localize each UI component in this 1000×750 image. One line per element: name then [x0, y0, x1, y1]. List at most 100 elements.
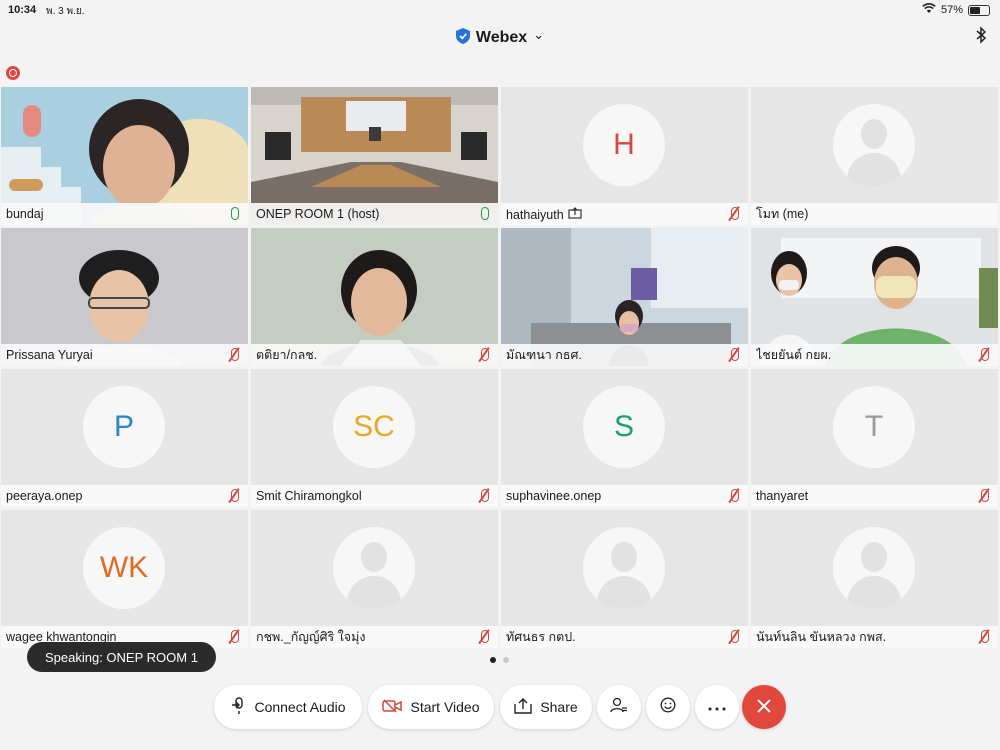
participant-name: โมท (me): [756, 207, 809, 221]
mic-muted-icon: [978, 489, 990, 503]
mic-on-icon: [478, 207, 490, 221]
mic-muted-icon: [228, 348, 240, 362]
participant-name: thanyaret: [756, 489, 809, 503]
mic-muted-icon: [728, 348, 740, 362]
participant-tile[interactable]: Hhathaiyuth: [501, 87, 748, 225]
participant-tile[interactable]: SC Smit Chiramongkol: [251, 369, 498, 507]
avatar-placeholder-icon: [833, 104, 915, 186]
participant-name: Prissana Yuryai: [6, 348, 93, 362]
participant-tile[interactable]: กชพ._กัญญ์ศิริ ใจมุ่ง: [251, 510, 498, 648]
connect-audio-button[interactable]: Connect Audio: [214, 685, 362, 729]
participant-name: peeraya.onep: [6, 489, 83, 503]
mic-on-icon: [228, 207, 240, 221]
participant-name-bar: ไชยยันต์ กยผ.: [751, 344, 998, 366]
page-dot-active: [490, 657, 496, 663]
share-icon: [514, 697, 533, 717]
mic-muted-icon: [478, 348, 490, 362]
mic-muted-icon: [228, 489, 240, 503]
participant-tile[interactable]: มัณฑนา กธศ.: [501, 228, 748, 366]
avatar-placeholder-icon: [583, 527, 665, 609]
sharing-icon: [568, 206, 582, 222]
status-date: พ. 3 พ.ย.: [46, 6, 85, 17]
participant-name-bar: ONEP ROOM 1 (host): [251, 203, 498, 225]
participant-tile[interactable]: Ppeeraya.onep: [1, 369, 248, 507]
avatar-initials: WK: [83, 527, 165, 609]
participant-grid: bundaj ONEP ROOM 1 (host) Hhathaiyuth โมท (…: [1, 87, 999, 648]
chevron-down-icon: ⌄: [533, 27, 545, 42]
participant-name-bar: มัณฑนา กธศ.: [501, 344, 748, 366]
battery-icon: [968, 4, 990, 16]
avatar-placeholder-icon: [333, 527, 415, 609]
participants-button[interactable]: [597, 685, 641, 729]
mic-muted-icon: [728, 489, 740, 503]
audio-connect-icon: [230, 696, 246, 718]
participant-name: ONEP ROOM 1 (host): [256, 207, 380, 221]
participant-tile[interactable]: bundaj: [1, 87, 248, 225]
participants-icon: [610, 697, 628, 718]
participant-tile[interactable]: ONEP ROOM 1 (host): [251, 87, 498, 225]
participant-name-bar: peeraya.onep: [1, 485, 248, 507]
reactions-button[interactable]: [646, 685, 690, 729]
mic-muted-icon: [728, 630, 740, 644]
wifi-icon: [922, 3, 936, 17]
share-button[interactable]: Share: [500, 685, 592, 729]
smiley-icon: [660, 697, 676, 718]
participant-name: suphavinee.onep: [506, 489, 602, 503]
battery-percent: 57%: [940, 4, 963, 16]
participant-tile[interactable]: WK wagee khwantongin: [1, 510, 248, 648]
mic-muted-icon: [728, 207, 740, 221]
participant-tile[interactable]: โมท (me): [751, 87, 998, 225]
participant-tile[interactable]: ไชยยันต์ กยผ.: [751, 228, 998, 366]
avatar-placeholder-icon: [833, 527, 915, 609]
participant-tile[interactable]: Prissana Yuryai: [1, 228, 248, 366]
participant-name: bundaj: [6, 207, 44, 221]
participant-tile[interactable]: Tthanyaret: [751, 369, 998, 507]
participant-name: มัณฑนา กธศ.: [506, 348, 582, 362]
page-indicator[interactable]: [490, 657, 509, 663]
speaking-indicator: Speaking: ONEP ROOM 1: [27, 642, 216, 672]
video-off-icon: [382, 698, 403, 716]
leave-meeting-button[interactable]: [742, 685, 786, 729]
top-bar: Webex ⌄: [0, 24, 1000, 52]
recording-icon: [6, 66, 20, 80]
mic-muted-icon: [228, 630, 240, 644]
participant-name-bar: suphavinee.onep: [501, 485, 748, 507]
mic-muted-icon: [978, 348, 990, 362]
participant-tile[interactable]: ทัศนธร กตป.: [501, 510, 748, 648]
participant-name: hathaiyuth: [506, 206, 728, 222]
participant-name: ทัศนธร กตป.: [506, 630, 576, 644]
participant-tile[interactable]: ตติยา/กลช.: [251, 228, 498, 366]
control-bar: Connect Audio Start Video Share: [0, 685, 1000, 729]
participant-name-bar: Prissana Yuryai: [1, 344, 248, 366]
mic-muted-icon: [478, 630, 490, 644]
participant-name-bar: โมท (me): [751, 203, 998, 225]
close-icon: [756, 694, 772, 720]
more-options-button[interactable]: [695, 685, 739, 729]
participant-name: นันท์นลิน ขันหลวง กพส.: [756, 630, 887, 644]
avatar-initials: SC: [333, 386, 415, 468]
participant-name-bar: ทัศนธร กตป.: [501, 626, 748, 648]
start-video-label: Start Video: [410, 699, 480, 715]
shield-icon: [455, 27, 470, 49]
participant-name: กชพ._กัญญ์ศิริ ใจมุ่ง: [256, 630, 366, 644]
participant-tile[interactable]: Ssuphavinee.onep: [501, 369, 748, 507]
avatar-initials: H: [583, 104, 665, 186]
status-time: 10:34: [8, 4, 37, 16]
participant-name: ตติยา/กลช.: [256, 348, 318, 362]
participant-tile[interactable]: นันท์นลิน ขันหลวง กพส.: [751, 510, 998, 648]
bluetooth-icon[interactable]: [976, 26, 987, 49]
participant-name-bar: นันท์นลิน ขันหลวง กพส.: [751, 626, 998, 648]
participant-name-bar: bundaj: [1, 203, 248, 225]
connect-audio-label: Connect Audio: [254, 699, 346, 715]
start-video-button[interactable]: Start Video: [368, 685, 494, 729]
participant-name: Smit Chiramongkol: [256, 489, 362, 503]
participant-name-bar: Smit Chiramongkol: [251, 485, 498, 507]
participant-name-bar: กชพ._กัญญ์ศิริ ใจมุ่ง: [251, 626, 498, 648]
avatar-initials: T: [833, 386, 915, 468]
share-label: Share: [540, 699, 578, 715]
avatar-initials: S: [583, 386, 665, 468]
app-title: Webex: [475, 29, 528, 46]
participant-name-bar: thanyaret: [751, 485, 998, 507]
meeting-title-button[interactable]: Webex ⌄: [455, 27, 545, 49]
participant-name-bar: hathaiyuth: [501, 203, 748, 225]
